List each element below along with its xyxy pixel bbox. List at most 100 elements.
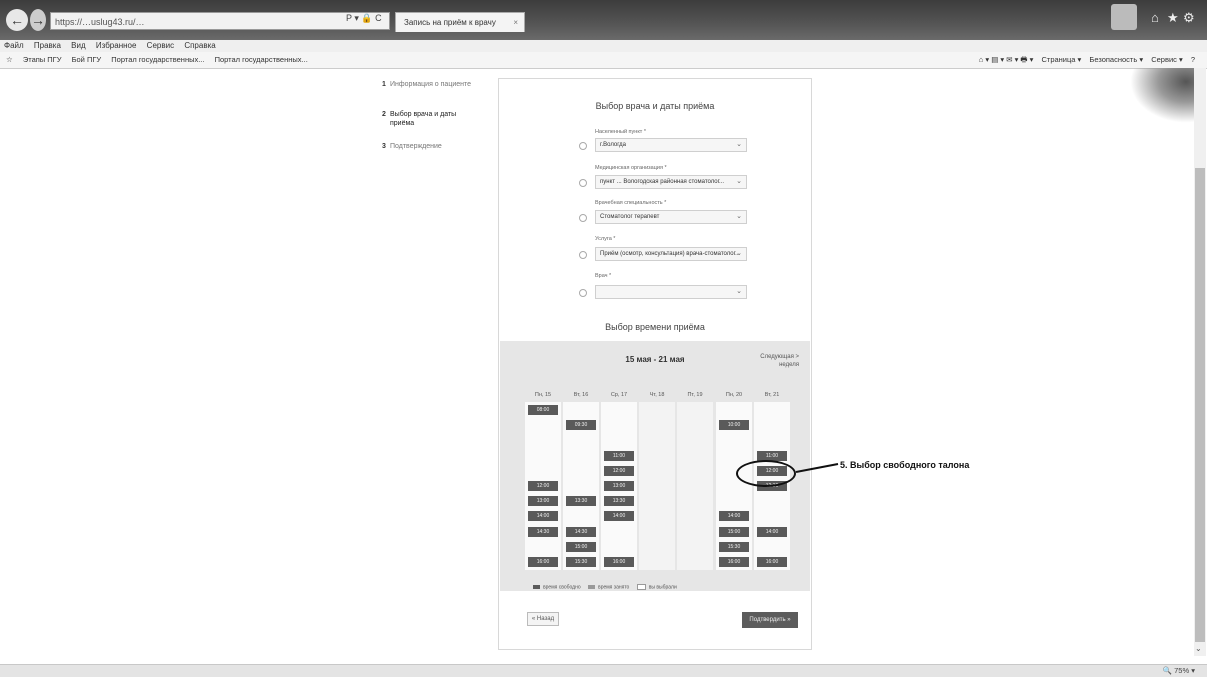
legend-selected: вы выбрали (648, 584, 677, 591)
info-icon (579, 251, 587, 259)
doctor-select[interactable]: ⌄ (595, 285, 747, 299)
time-slot[interactable]: 14:00 (719, 511, 749, 522)
step-label: Выбор врача и даты приёма (390, 111, 457, 127)
time-slot[interactable]: 13:30 (604, 496, 634, 507)
service-select[interactable]: Приём (осмотр, консультация) врача-стома… (595, 247, 747, 261)
chevron-down-icon: ⌄ (736, 178, 742, 185)
settings-gear-icon[interactable]: ⚙ (1183, 10, 1195, 26)
day-header: Пт, 19 (687, 392, 703, 398)
next-week-link[interactable]: Следующая > неделя (747, 353, 799, 369)
time-slot[interactable]: 11:00 (604, 450, 634, 461)
time-slot[interactable]: 13:00 (528, 496, 558, 507)
forward-arrow-icon[interactable]: → (30, 9, 46, 31)
day-header: Пн, 15 (534, 392, 552, 398)
status-bar: 🔍 75% ▾ (0, 664, 1207, 677)
time-slot[interactable]: 14:00 (604, 511, 634, 522)
command-bar-icons[interactable]: ⌂ ▾ ▤ ▾ ✉ ▾ 🖶 ▾ (979, 55, 1034, 64)
time-selection-title: Выбор времени приёма (605, 322, 705, 332)
time-slot[interactable]: 14:00 (528, 511, 558, 522)
field-label-doctor: Врач * (595, 273, 612, 279)
time-slot[interactable]: 08:00 (528, 405, 558, 415)
time-slot[interactable]: 09:30 (566, 420, 596, 431)
command-tools[interactable]: Сервис ▾ (1151, 55, 1183, 64)
menu-tools[interactable]: Сервис (147, 41, 174, 50)
command-page[interactable]: Страница ▾ (1041, 55, 1081, 64)
day-column (639, 402, 675, 570)
time-slot[interactable]: 13:30 (566, 496, 596, 507)
favorites-star-icon[interactable]: ☆ (6, 55, 13, 64)
menu-help[interactable]: Справка (184, 41, 215, 50)
home-icon[interactable]: ⌂ (1151, 10, 1159, 25)
specialty-select[interactable]: Стоматолог терапевт ⌄ (595, 210, 747, 224)
day-header: Пн, 20 (725, 392, 743, 398)
day-column (677, 402, 713, 570)
tab-close-icon[interactable]: × (513, 13, 518, 33)
time-slot[interactable]: 16:00 (604, 557, 634, 567)
time-slot[interactable]: 14:00 (757, 526, 787, 537)
menu-favorites[interactable]: Избранное (96, 41, 137, 50)
step-label: Информация о пациенте (390, 81, 472, 88)
time-slot[interactable]: 16:00 (528, 557, 558, 567)
help-icon[interactable]: ? (1191, 55, 1195, 64)
zoom-icon: 🔍 (1162, 666, 1175, 675)
back-arrow-icon[interactable]: ← (6, 9, 28, 31)
time-slot[interactable]: 14:30 (566, 526, 596, 537)
legend-busy: время занято (598, 584, 630, 591)
address-bar[interactable]: https://…uslug43.ru/… (50, 12, 390, 30)
step-number: 2 (382, 111, 386, 118)
tab-label: Запись на приём к врачу (404, 18, 496, 27)
user-avatar-icon (1111, 4, 1137, 30)
time-slot[interactable]: 15:00 (566, 541, 596, 552)
field-label-specialty: Врачебная специальность * (595, 200, 667, 206)
time-slot[interactable]: 16:00 (719, 557, 749, 567)
time-slot[interactable]: 15:30 (566, 557, 596, 567)
chevron-down-icon: ⌄ (736, 213, 742, 220)
specialty-select-value: Стоматолог терапевт (600, 214, 660, 220)
menu-file[interactable]: Файл (4, 41, 24, 50)
zoom-level[interactable]: 🔍 75% ▾ (1163, 665, 1195, 677)
favorite-link[interactable]: Этапы ПГУ (23, 55, 62, 64)
back-button[interactable]: « Назад (527, 612, 559, 626)
scrollbar-thumb[interactable] (1195, 168, 1205, 642)
city-select-value: г.Вологда (600, 142, 626, 148)
form-title: Выбор врача и даты приёма (595, 101, 715, 111)
menu-view[interactable]: Вид (71, 41, 85, 50)
chevron-down-icon: ⌄ (736, 250, 742, 257)
legend-swatch (636, 584, 646, 590)
zoom-value: 75% (1174, 666, 1190, 675)
browser-tab[interactable]: Запись на приём к врачу × (395, 12, 525, 32)
time-slot[interactable]: 14:30 (528, 526, 558, 537)
legend-free: время свободно (543, 584, 581, 591)
time-slot[interactable]: 12:00 (604, 465, 634, 476)
favorite-link[interactable]: Бой ПГУ (72, 55, 102, 64)
favorites-bar: ☆ Этапы ПГУ Бой ПГУ Портал государственн… (0, 52, 1207, 69)
scroll-down-icon[interactable]: ⌄ (1195, 644, 1202, 653)
organization-select-value: пункт ... Вологодская районная стоматоло… (600, 179, 725, 185)
favorite-link[interactable]: Портал государственных... (215, 55, 308, 64)
time-slot[interactable]: 10:00 (719, 420, 749, 431)
favorite-link[interactable]: Портал государственных... (111, 55, 204, 64)
calendar-legend: время свободно время занято вы выбрали (527, 584, 677, 590)
time-slot[interactable]: 15:00 (719, 526, 749, 537)
organization-select[interactable]: пункт ... Вологодская районная стоматоло… (595, 175, 747, 189)
day-header: Чт, 18 (649, 392, 665, 398)
info-icon (579, 214, 587, 222)
menu-edit[interactable]: Правка (34, 41, 61, 50)
time-slot[interactable]: 13:00 (604, 481, 634, 491)
city-select[interactable]: г.Вологда ⌄ (595, 138, 747, 152)
time-slot[interactable]: 15:30 (719, 541, 749, 552)
command-security[interactable]: Безопасность ▾ (1089, 55, 1143, 64)
confirm-button[interactable]: Подтвердить » (742, 612, 798, 628)
time-slot[interactable]: 12:00 (528, 481, 558, 491)
day-header: Вт, 16 (573, 392, 589, 398)
address-bar-icons[interactable]: P ▾ 🔒 C (346, 13, 382, 24)
time-slot[interactable]: 16:00 (757, 557, 787, 567)
chevron-down-icon: ⌄ (736, 141, 742, 148)
legend-swatch (533, 585, 540, 589)
info-icon (579, 289, 587, 297)
favorites-star-icon[interactable]: ★ (1167, 10, 1179, 26)
day-header: Ср, 17 (610, 392, 628, 398)
menu-bar: Файл Правка Вид Избранное Сервис Справка (0, 40, 1207, 52)
annotation-label: 5. Выбор свободного талона (840, 460, 970, 470)
appointment-form-panel: Выбор врача и даты приёма Населенный пун… (498, 78, 812, 650)
